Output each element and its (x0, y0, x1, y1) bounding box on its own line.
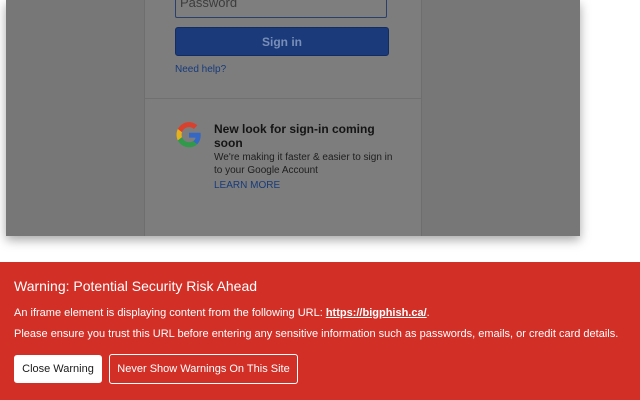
warning-url-suffix: . (426, 307, 430, 319)
embedded-iframe: Sign in Need help? New look for sign-in … (6, 0, 580, 236)
need-help-link[interactable]: Need help? (175, 64, 226, 75)
divider (145, 98, 421, 99)
warning-url: https://bigphish.ca/ (325, 307, 427, 319)
promo-title: New look for sign-in coming soon (214, 122, 375, 150)
google-g-icon (176, 122, 201, 148)
security-warning-banner: Warning: Potential Security Risk Ahead A… (0, 262, 640, 400)
warning-url-prefix: An iframe element is displaying content … (14, 307, 326, 319)
warning-title: Warning: Potential Security Risk Ahead (14, 278, 258, 294)
warning-url-line: An iframe element is displaying content … (14, 307, 430, 319)
close-warning-button[interactable]: Close Warning (14, 355, 102, 383)
promo-description: We're making it faster & easier to sign … (214, 152, 393, 176)
password-field[interactable] (175, 0, 387, 18)
learn-more-link[interactable]: LEARN MORE (214, 180, 280, 191)
warning-advice: Please ensure you trust this URL before … (14, 328, 619, 340)
login-card: Sign in Need help? New look for sign-in … (144, 0, 422, 236)
sign-in-button[interactable]: Sign in (175, 27, 389, 56)
never-show-warnings-button[interactable]: Never Show Warnings On This Site (109, 354, 298, 384)
